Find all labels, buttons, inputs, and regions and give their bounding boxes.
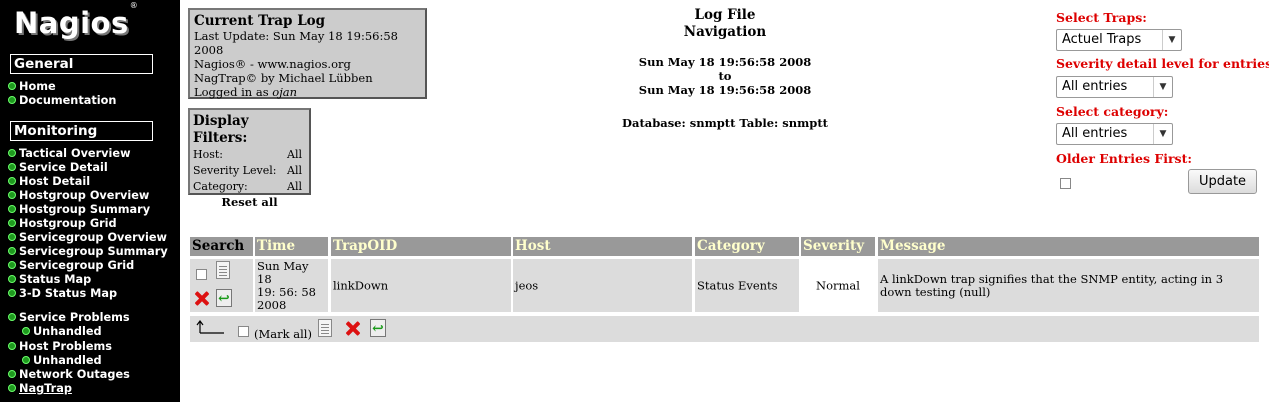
col-header-search: Search: [190, 237, 253, 256]
status-dot-icon: [8, 191, 16, 199]
nav-servicegroup-overview[interactable]: Servicegroup Overview: [8, 231, 167, 245]
log-date-range: Sun May 18 19:56:58 2008 to Sun May 18 1…: [610, 55, 840, 97]
log-start-date: Sun May 18 19:56:58 2008: [638, 55, 812, 69]
nagios-credit: Nagios® - www.nagios.org: [194, 57, 351, 71]
nav-host-unhandled[interactable]: Unhandled: [22, 354, 102, 368]
col-header-host[interactable]: Host: [513, 237, 692, 256]
status-dot-icon: [8, 163, 16, 171]
update-button[interactable]: Update: [1188, 169, 1257, 194]
status-dot-icon: [8, 342, 16, 350]
status-dot-icon: [8, 219, 16, 227]
status-dot-icon: [8, 275, 16, 283]
select-category-dropdown[interactable]: All entries ▼: [1056, 123, 1173, 145]
older-entries-checkbox[interactable]: [1060, 178, 1071, 189]
return-arrow-icon: [196, 320, 224, 334]
row-select-checkbox[interactable]: [196, 269, 207, 280]
status-dot-icon: [8, 149, 16, 157]
row-severity-cell: Normal: [801, 259, 875, 312]
col-header-trapoid[interactable]: TrapOID: [331, 237, 511, 256]
nav-host-problems[interactable]: Host Problems: [8, 340, 112, 354]
nagios-logo[interactable]: Nagios®: [14, 1, 138, 40]
nav-tactical-overview[interactable]: Tactical Overview: [8, 147, 131, 161]
status-dot-icon: [8, 82, 16, 90]
status-dot-icon: [8, 313, 16, 321]
status-dot-icon: [22, 327, 30, 335]
severity-detail-label: Severity detail level for entries:: [1056, 56, 1269, 71]
row-trapoid-cell: linkDown: [331, 259, 511, 312]
logged-in-text: Logged in as ojan: [194, 85, 298, 99]
nav-home[interactable]: Home: [8, 80, 56, 94]
col-header-time[interactable]: Time: [255, 237, 328, 256]
select-traps-label: Select Traps:: [1056, 10, 1147, 25]
filter-category-row: Category: All: [193, 180, 302, 193]
row-category-cell: Status Events: [695, 259, 799, 312]
logo-text: Nagios: [14, 6, 129, 40]
mark-all-label: (Mark all): [254, 327, 312, 341]
nagtrap-credit: NagTrap© by Michael Lübben: [194, 71, 373, 85]
status-dot-icon: [22, 356, 30, 364]
database-info: Database: snmptt Table: snmptt: [622, 116, 828, 130]
nav-hostgroup-summary[interactable]: Hostgroup Summary: [8, 203, 150, 217]
status-dot-icon: [8, 370, 16, 378]
log-end-date: Sun May 18 19:56:58 2008: [638, 83, 812, 97]
nav-service-problems[interactable]: Service Problems: [8, 311, 130, 325]
acknowledge-icon[interactable]: ↩: [370, 319, 386, 337]
delete-x-icon[interactable]: [193, 290, 209, 306]
nav-3d-status-map[interactable]: 3-D Status Map: [8, 287, 117, 301]
status-dot-icon: [8, 96, 16, 104]
status-dot-icon: [8, 205, 16, 213]
status-dot-icon: [8, 261, 16, 269]
nav-hostgroup-grid[interactable]: Hostgroup Grid: [8, 217, 117, 231]
dropdown-arrow-icon: ▼: [1153, 77, 1172, 97]
row-message-cell: A linkDown trap signifies that the SNMP …: [878, 259, 1259, 312]
last-update-text: Last Update: Sun May 18 19:56:58 2008: [194, 29, 398, 57]
status-dot-icon: [8, 177, 16, 185]
reset-all-link[interactable]: Reset all: [193, 195, 306, 210]
select-traps-dropdown[interactable]: Actuel Traps ▼: [1056, 29, 1182, 51]
col-header-message[interactable]: Message: [878, 237, 1259, 256]
select-category-label: Select category:: [1056, 104, 1169, 119]
col-header-severity[interactable]: Severity: [801, 237, 875, 256]
nav-servicegroup-grid[interactable]: Servicegroup Grid: [8, 259, 134, 273]
nav-host-detail[interactable]: Host Detail: [8, 175, 90, 189]
filter-host-row: Host: All: [193, 148, 302, 161]
filter-severity-row: Severity Level: All: [193, 164, 302, 177]
logged-in-user: ojan: [272, 85, 298, 99]
current-trap-log-box: Current Trap Log Last Update: Sun May 18…: [188, 8, 427, 99]
filters-title: Display Filters:: [193, 113, 249, 146]
status-dot-icon: [8, 289, 16, 297]
delete-x-icon[interactable]: [344, 320, 360, 336]
col-header-category[interactable]: Category: [695, 237, 799, 256]
log-file-navigation-title: Log File Navigation: [683, 7, 767, 40]
nav-nagtrap[interactable]: NagTrap: [8, 382, 72, 396]
acknowledge-icon[interactable]: ↩: [216, 289, 232, 307]
nav-service-unhandled[interactable]: Unhandled: [22, 325, 102, 339]
table-footer-row: (Mark all) ↩: [190, 316, 1259, 342]
display-filters-box: Display Filters: Host: All Severity Level…: [188, 108, 311, 209]
nav-servicegroup-summary[interactable]: Servicegroup Summary: [8, 245, 168, 259]
nav-documentation[interactable]: Documentation: [8, 94, 116, 108]
document-icon[interactable]: [318, 319, 332, 337]
dropdown-arrow-icon: ▼: [1162, 30, 1181, 50]
nav-status-map[interactable]: Status Map: [8, 273, 91, 287]
general-heading: General: [10, 54, 153, 74]
sidebar: Nagios® General Home Documentation Monit…: [0, 0, 180, 402]
row-host-cell: jeos: [513, 259, 692, 312]
older-entries-label: Older Entries First:: [1056, 151, 1192, 166]
mark-all-checkbox[interactable]: [238, 326, 249, 337]
row-action-cell: ↩: [190, 259, 253, 312]
nav-network-outages[interactable]: Network Outages: [8, 368, 130, 382]
nav-service-detail[interactable]: Service Detail: [8, 161, 108, 175]
document-icon[interactable]: [216, 261, 230, 279]
status-dot-icon: [8, 384, 16, 392]
status-dot-icon: [8, 247, 16, 255]
monitoring-heading: Monitoring: [10, 121, 153, 141]
trap-log-title: Current Trap Log: [194, 13, 326, 29]
logo-registered-mark: ®: [129, 1, 139, 11]
nav-hostgroup-overview[interactable]: Hostgroup Overview: [8, 189, 149, 203]
status-dot-icon: [8, 233, 16, 241]
severity-detail-dropdown[interactable]: All entries ▼: [1056, 76, 1173, 98]
dropdown-arrow-icon: ▼: [1153, 124, 1172, 144]
row-time-cell: Sun May 18 19: 56: 58 2008: [255, 259, 328, 312]
